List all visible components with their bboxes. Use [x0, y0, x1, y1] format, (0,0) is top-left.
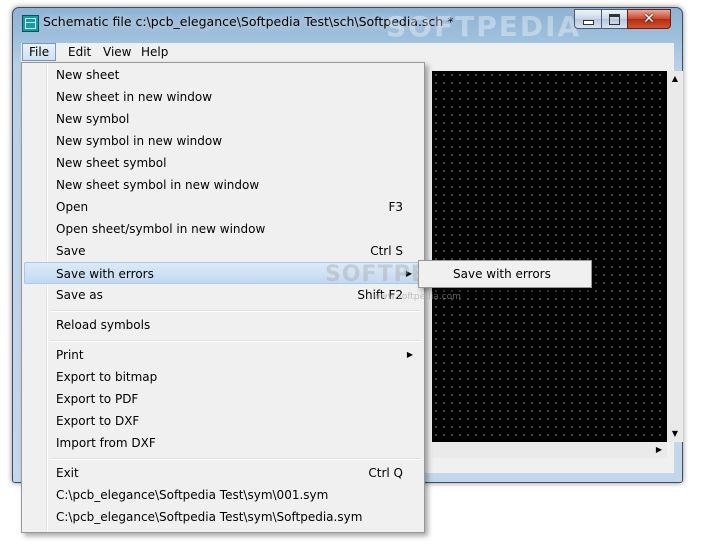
menu-item-import-dxf[interactable]: Import from DXF	[24, 432, 422, 454]
title-bar[interactable]: Schematic file c:\pcb_elegance\Softpedia…	[13, 8, 682, 43]
menu-item-open[interactable]: Open F3	[24, 196, 422, 218]
menu-item-label: C:\pcb_elegance\Softpedia Test\sym\001.s…	[56, 488, 329, 502]
menu-item-shortcut: Ctrl Q	[368, 466, 403, 480]
menu-bar: File Edit View Help	[21, 43, 674, 62]
menu-edit[interactable]: Edit	[62, 43, 97, 61]
watermark: SOFTPEDIA	[386, 10, 582, 43]
menu-item-save-as[interactable]: Save as Shift F2	[24, 284, 422, 306]
menu-item-export-bitmap[interactable]: Export to bitmap	[24, 366, 422, 388]
menu-item-shortcut: Ctrl S	[370, 244, 403, 258]
menu-item-label: Export to bitmap	[56, 370, 158, 384]
scroll-down-icon[interactable]: ▼	[667, 426, 683, 442]
close-icon: ✕	[643, 11, 655, 27]
maximize-button[interactable]	[601, 9, 628, 29]
menu-item-label: Export to PDF	[56, 392, 139, 406]
menu-item-label: Export to DXF	[56, 414, 140, 428]
vertical-scrollbar[interactable]: ▲ ▼	[667, 71, 683, 442]
menu-item-export-dxf[interactable]: Export to DXF	[24, 410, 422, 432]
menu-item-label: New sheet symbol	[56, 156, 167, 170]
menu-item-new-sheet-new-window[interactable]: New sheet in new window	[24, 86, 422, 108]
menu-item-new-sheet-symbol-new-window[interactable]: New sheet symbol in new window	[24, 174, 422, 196]
menu-item-recent-file-1[interactable]: C:\pcb_elegance\Softpedia Test\sym\001.s…	[24, 484, 422, 506]
menu-item-label: C:\pcb_elegance\Softpedia Test\sym\Softp…	[56, 510, 363, 524]
menu-item-label: Open	[56, 200, 89, 214]
menu-item-label: Import from DXF	[56, 436, 156, 450]
menu-item-label: New sheet symbol in new window	[56, 178, 260, 192]
menu-item-label: New sheet	[56, 68, 120, 82]
menu-item-label: Open sheet/symbol in new window	[56, 222, 266, 236]
menu-separator	[50, 340, 420, 342]
menu-item-new-sheet-symbol[interactable]: New sheet symbol	[24, 152, 422, 174]
menu-help[interactable]: Help	[135, 43, 174, 61]
menu-item-print[interactable]: Print ▶	[24, 344, 422, 366]
menu-separator	[50, 458, 420, 460]
menu-file[interactable]: File	[22, 43, 57, 61]
watermark-url: www.softpedia.com	[373, 292, 461, 302]
menu-item-open-new-window[interactable]: Open sheet/symbol in new window	[24, 218, 422, 240]
app-icon[interactable]	[22, 15, 39, 32]
menu-view[interactable]: View	[97, 43, 137, 61]
menu-item-label: Exit	[56, 466, 79, 480]
menu-item-new-sheet[interactable]: New sheet	[24, 64, 422, 86]
menu-item-label: New symbol	[56, 112, 130, 126]
minimize-button[interactable]	[574, 9, 602, 29]
menu-item-export-pdf[interactable]: Export to PDF	[24, 388, 422, 410]
menu-item-new-symbol-new-window[interactable]: New symbol in new window	[24, 130, 422, 152]
menu-item-new-symbol[interactable]: New symbol	[24, 108, 422, 130]
menu-item-label: Reload symbols	[56, 318, 151, 332]
menu-separator	[50, 310, 420, 312]
schematic-canvas[interactable]	[432, 71, 667, 442]
menu-item-label: New symbol in new window	[56, 134, 223, 148]
minimize-icon	[583, 20, 594, 25]
close-button[interactable]: ✕	[627, 9, 671, 29]
submenu-item-label: Save with errors	[453, 267, 551, 281]
menu-item-label: Save	[56, 244, 86, 258]
submenu-item-save-with-errors[interactable]: Save with errors	[422, 263, 588, 285]
menu-item-label: Save as	[56, 288, 103, 302]
menu-item-reload-symbols[interactable]: Reload symbols	[24, 314, 422, 336]
save-with-errors-submenu: Save with errors	[418, 260, 592, 288]
menu-item-label: Save with errors	[56, 267, 154, 281]
menu-item-shortcut: F3	[388, 200, 403, 214]
scroll-up-icon[interactable]: ▲	[667, 71, 683, 87]
horizontal-scrollbar[interactable]: ▶	[432, 442, 667, 458]
submenu-arrow-icon: ▶	[406, 350, 413, 359]
scroll-right-icon[interactable]: ▶	[651, 442, 667, 458]
maximize-icon	[609, 14, 620, 25]
menu-item-label: New sheet in new window	[56, 90, 213, 104]
menu-item-exit[interactable]: Exit Ctrl Q	[24, 462, 422, 484]
file-menu-dropdown: New sheet New sheet in new window New sy…	[21, 62, 425, 533]
menu-item-save[interactable]: Save Ctrl S	[24, 240, 422, 262]
menu-item-recent-file-2[interactable]: C:\pcb_elegance\Softpedia Test\sym\Softp…	[24, 506, 422, 528]
menu-item-label: Print	[56, 348, 84, 362]
